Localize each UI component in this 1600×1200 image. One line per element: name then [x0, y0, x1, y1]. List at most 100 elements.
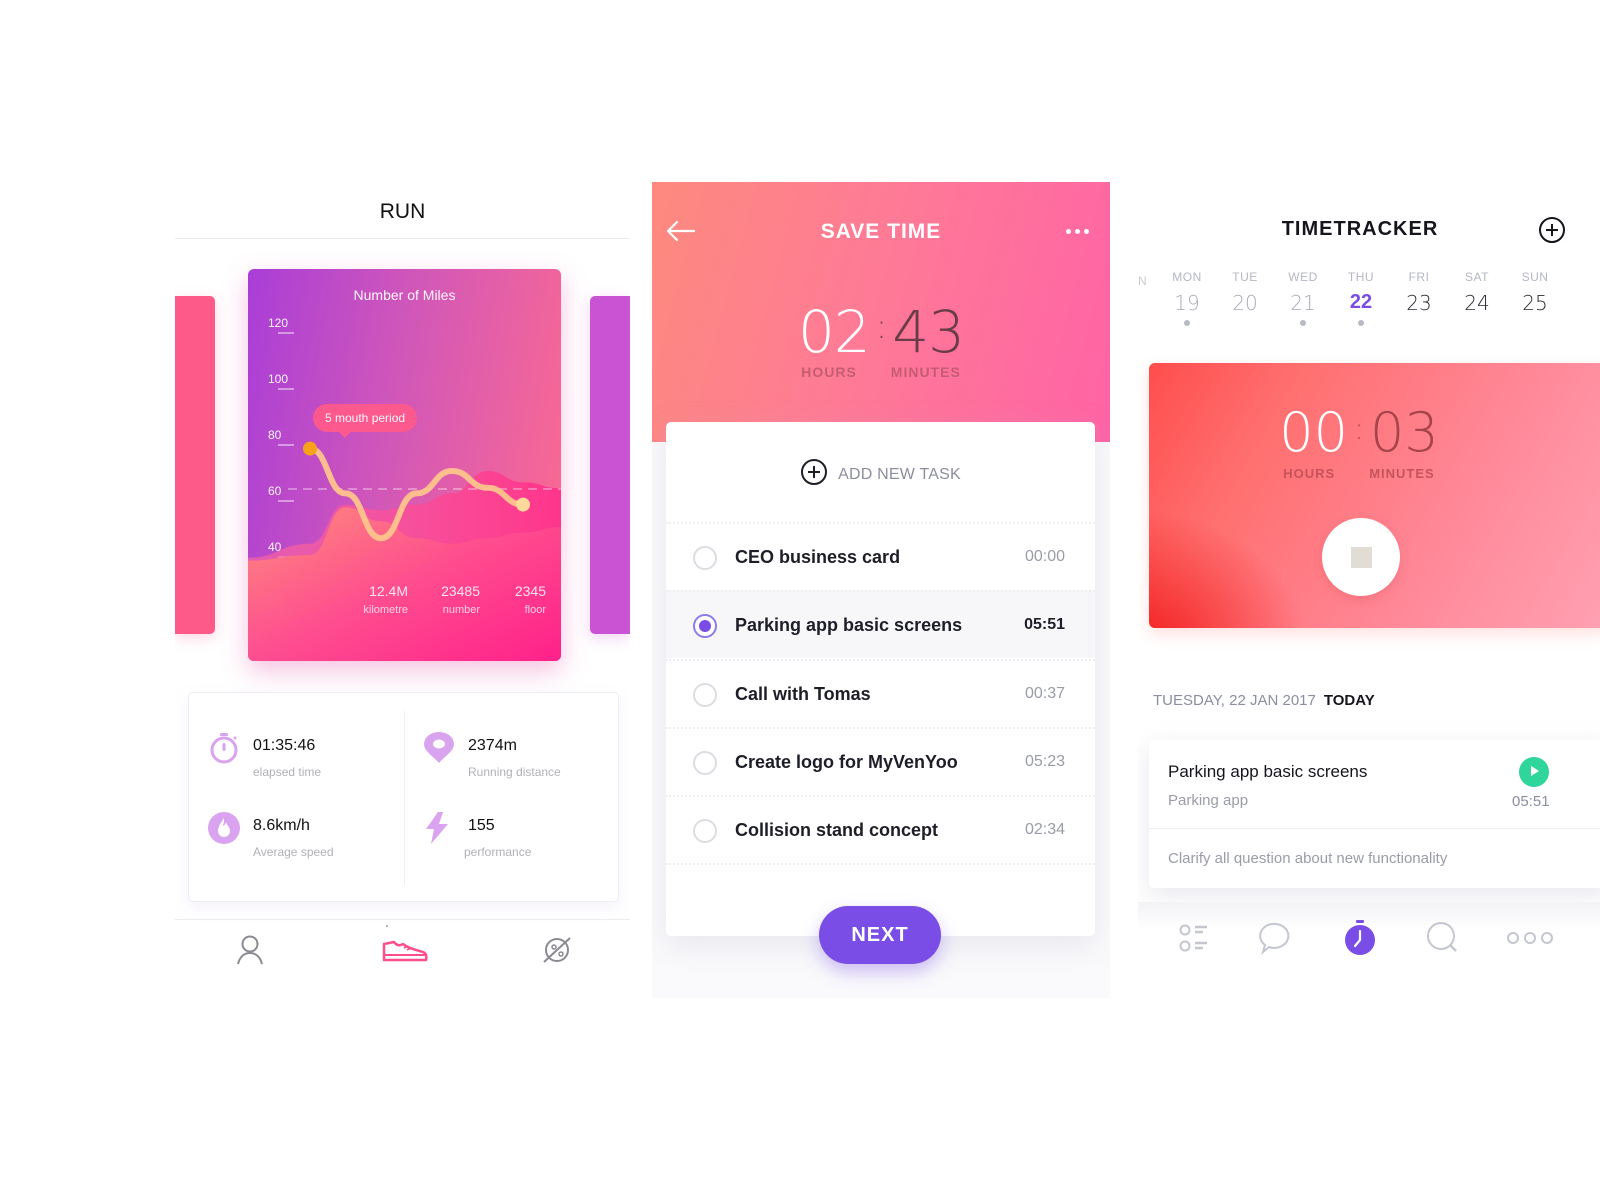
y-tick-label: 60 — [268, 484, 282, 498]
summary-floor: 2345 floor — [500, 583, 546, 616]
stop-timer-button[interactable] — [1322, 518, 1400, 596]
day-sun[interactable]: SUN 25 — [1506, 270, 1564, 326]
line-start-point — [303, 441, 317, 456]
summary-value: 2345 — [514, 583, 546, 599]
entry-duration: 05:51 — [1512, 793, 1550, 810]
save-time-header: SAVE TIME 02:43 HOURS MINUTES — [652, 182, 1110, 442]
tab-explore[interactable] — [539, 932, 575, 968]
plus-circle-icon — [1538, 217, 1566, 247]
tab-timer[interactable] — [1338, 919, 1382, 960]
tab-chat[interactable] — [1254, 920, 1298, 960]
day-wed[interactable]: WED 21 — [1274, 270, 1332, 326]
day-sat[interactable]: SAT 24 — [1448, 270, 1506, 326]
task-time: 05:51 — [1024, 616, 1065, 633]
day-name: SUN — [1521, 270, 1549, 284]
more-dot — [1083, 228, 1089, 234]
y-tick-label: 80 — [268, 428, 282, 442]
stop-icon — [1350, 546, 1372, 568]
next-chart-card[interactable] — [590, 296, 630, 634]
timer-labels: HOURS MINUTES — [652, 364, 1110, 380]
week-day-picker: MON 19 TUE 20 WED 21 THU 22 FRI 23 SAT 2… — [1158, 270, 1564, 326]
task-list-icon — [1176, 921, 1216, 960]
next-button[interactable]: NEXT — [819, 906, 941, 964]
time-entry-card[interactable]: Parking app basic screens Parking app 05… — [1149, 740, 1600, 888]
day-tue[interactable]: TUE 20 — [1216, 270, 1274, 326]
active-tab-indicator — [386, 925, 388, 927]
task-row[interactable]: Collision stand concept 02:34 — [666, 795, 1095, 863]
task-row[interactable]: Parking app basic screens 05:51 — [666, 590, 1095, 658]
run-title: RUN — [379, 200, 426, 223]
stat-running-distance: 2374m Running distance — [422, 731, 622, 791]
y-tick-label: 100 — [268, 372, 288, 386]
add-entry-button[interactable] — [1538, 216, 1566, 244]
today-label: TODAY — [1323, 692, 1375, 709]
more-dot — [1065, 228, 1071, 234]
day-name: MON — [1172, 270, 1202, 284]
minutes-label: MINUTES — [890, 364, 961, 380]
task-row[interactable]: CEO business card 00:00 — [666, 522, 1095, 590]
header-divider — [175, 238, 630, 239]
previous-chart-card[interactable] — [175, 296, 215, 634]
task-radio[interactable] — [693, 683, 717, 707]
timer-hours: 00 — [1279, 401, 1348, 464]
day-thu[interactable]: THU 22 — [1332, 270, 1390, 326]
timer-separator: : — [875, 307, 887, 347]
tab-more[interactable] — [1500, 920, 1560, 960]
timer-minutes: 43 — [892, 298, 965, 366]
hours-label: HOURS — [1283, 466, 1336, 481]
entry-project: Parking app — [1168, 792, 1249, 809]
task-row[interactable]: Create logo for MyVenYoo 05:23 — [666, 727, 1095, 795]
stat-value: 8.6km/h — [253, 817, 310, 834]
location-pin-icon — [422, 731, 456, 765]
tab-run[interactable] — [380, 932, 430, 968]
day-name: SAT — [1465, 270, 1489, 284]
day-date: 23 — [1406, 291, 1432, 315]
search-icon — [1425, 920, 1461, 961]
run-stats-card: 01:35:46 elapsed time 2374m Running dist… — [188, 692, 619, 902]
timer-labels: HOURS MINUTES — [1149, 466, 1569, 481]
planet-icon — [539, 937, 575, 972]
tab-tasks[interactable] — [1174, 920, 1218, 960]
sneaker-icon — [380, 940, 430, 972]
task-name: Call with Tomas — [735, 684, 871, 704]
task-row[interactable]: Call with Tomas 00:37 — [666, 659, 1095, 727]
day-date: 24 — [1464, 291, 1490, 315]
task-radio[interactable] — [693, 546, 717, 570]
hours-label: HOURS — [801, 364, 857, 380]
task-radio[interactable] — [693, 614, 717, 638]
stopwatch-icon — [207, 731, 241, 765]
minutes-label: MINUTES — [1369, 466, 1435, 481]
more-options-button[interactable] — [1062, 222, 1092, 240]
tab-search[interactable] — [1421, 920, 1465, 960]
stat-value: 155 — [468, 817, 495, 834]
tab-bar-divider — [175, 919, 630, 920]
chat-bubble-icon — [1258, 920, 1294, 961]
tab-profile[interactable] — [232, 932, 268, 968]
task-radio[interactable] — [693, 751, 717, 775]
flame-icon — [207, 811, 241, 845]
lightning-icon — [418, 811, 452, 845]
add-new-task-button[interactable]: ADD NEW TASK — [666, 458, 1095, 491]
day-mon[interactable]: MON 19 — [1158, 270, 1216, 326]
chart-title: Number of Miles — [353, 287, 456, 303]
miles-chart-card[interactable]: 12010080604020 Number of Miles 5 mouth p… — [248, 269, 561, 661]
add-task-label: ADD NEW TASK — [838, 465, 961, 483]
day-name: WED — [1288, 270, 1318, 284]
activity-dot — [1358, 320, 1364, 326]
stat-elapsed-time: 01:35:46 elapsed time — [207, 731, 407, 791]
page-title: TIMETRACKER — [1281, 218, 1439, 240]
more-icon — [1505, 930, 1555, 951]
task-time: 00:37 — [1024, 685, 1065, 702]
stat-performance: 155 performance — [422, 811, 622, 871]
task-name: Create logo for MyVenYoo — [735, 752, 958, 772]
activity-dot — [1184, 320, 1190, 326]
play-button[interactable] — [1519, 757, 1549, 787]
running-timer: 00:03 — [1149, 401, 1569, 464]
chart-tooltip: 5 mouth period — [313, 404, 418, 438]
day-fri[interactable]: FRI 23 — [1390, 270, 1448, 326]
task-radio[interactable] — [693, 819, 717, 843]
running-timer-card: 00:03 HOURS MINUTES — [1149, 363, 1600, 628]
stat-average-speed: 8.6km/h Average speed — [207, 811, 407, 871]
summary-number: 23485 number — [428, 583, 480, 616]
y-tick-label: 120 — [268, 316, 288, 330]
